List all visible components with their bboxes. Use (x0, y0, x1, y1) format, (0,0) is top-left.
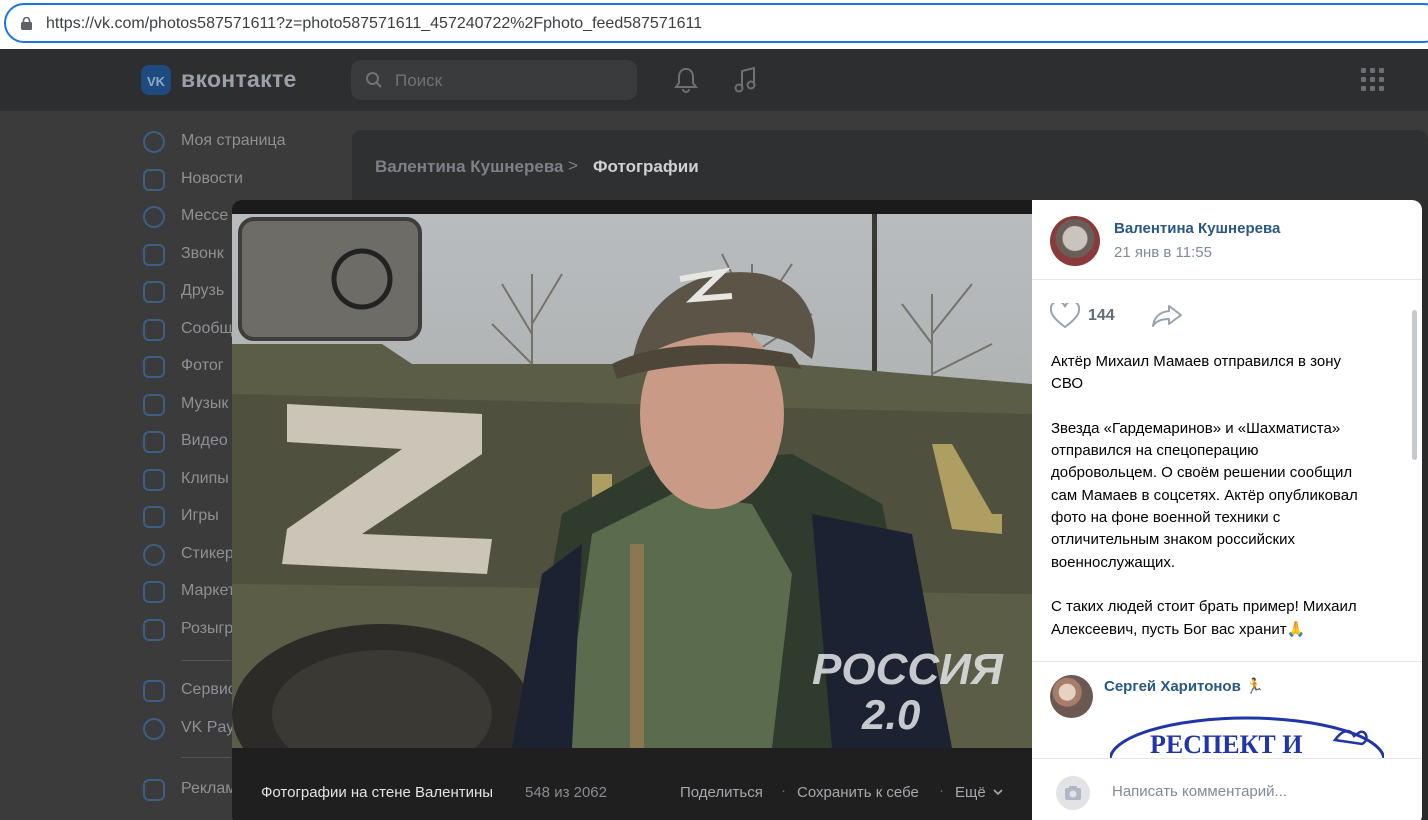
camera-icon[interactable] (1056, 776, 1090, 810)
vkpay-icon (143, 718, 165, 740)
svg-text:VK: VK (147, 74, 166, 89)
comment-input[interactable]: Написать комментарий... (1112, 783, 1287, 800)
apps-grid-icon[interactable] (1361, 68, 1385, 92)
more-link[interactable]: Ещё (955, 784, 986, 801)
commenter-avatar[interactable] (1050, 675, 1093, 718)
photo-viewer: РОССИЯ 2.0 Фотографии на стене Валентины… (232, 200, 1422, 820)
sidebar-item-news[interactable]: Новости (143, 166, 293, 196)
comment-image[interactable]: РЕСПЕКТ И (1110, 710, 1384, 760)
address-bar[interactable]: https://vk.com/photos587571611?z=photo58… (4, 3, 1428, 43)
services-icon (143, 680, 165, 702)
games-icon (143, 506, 165, 528)
bell-icon[interactable] (673, 66, 699, 94)
gift-icon (143, 619, 165, 641)
author-name[interactable]: Валентина Кушнерева (1114, 220, 1280, 237)
vk-logo-icon[interactable]: VK (141, 65, 171, 95)
photo-panel: РОССИЯ 2.0 Фотографии на стене Валентины… (232, 200, 1032, 820)
photo-image[interactable]: РОССИЯ 2.0 (232, 214, 1032, 748)
clips-icon (143, 469, 165, 491)
page-edge (1422, 200, 1428, 820)
watermark-line1: РОССИЯ (812, 645, 1004, 694)
like-count: 144 (1088, 307, 1115, 324)
post-date[interactable]: 21 янв в 11:55 (1114, 244, 1212, 261)
browser-toolbar: https://vk.com/photos587571611?z=photo58… (0, 0, 1428, 49)
photo-footer: Фотографии на стене Валентины 548 из 206… (232, 748, 1032, 820)
music-note-icon[interactable] (732, 66, 758, 94)
search-icon (366, 72, 382, 88)
ads-icon (143, 779, 165, 801)
action-separator: · (781, 782, 786, 799)
author-avatar[interactable] (1050, 216, 1100, 266)
video-icon (143, 431, 165, 453)
breadcrumb-separator: > (568, 156, 578, 175)
user-circle-icon (143, 131, 165, 153)
heart-icon[interactable] (1050, 303, 1080, 329)
news-icon (143, 169, 165, 191)
comment-input-bar: Написать комментарий... (1032, 758, 1422, 820)
divider (1032, 661, 1422, 662)
search-placeholder: Поиск (395, 71, 443, 90)
divider (1032, 279, 1422, 280)
friends-icon (143, 281, 165, 303)
action-separator: · (939, 782, 944, 799)
search-input[interactable]: Поиск (351, 60, 637, 100)
photo-counter: 548 из 2062 (525, 784, 607, 801)
chevron-down-icon (993, 789, 1003, 796)
music-icon (143, 394, 165, 416)
scrollbar[interactable] (1412, 310, 1417, 460)
photo-album-link[interactable]: Фотографии на стене Валентины (261, 784, 493, 801)
save-link[interactable]: Сохранить к себе (797, 784, 919, 801)
commenter-name[interactable]: Сергей Харитонов 🏃 (1104, 677, 1264, 695)
sticker-icon (143, 544, 165, 566)
share-link[interactable]: Поделиться (680, 784, 763, 801)
comment-image-text: РЕСПЕКТ И (1150, 730, 1302, 759)
market-icon (143, 581, 165, 603)
photo-icon (143, 356, 165, 378)
sidebar-item-my-page[interactable]: Моя страница (143, 128, 293, 158)
lock-icon (21, 17, 32, 30)
communities-icon (143, 319, 165, 341)
phone-icon (143, 244, 165, 266)
watermark-line2: 2.0 (861, 691, 920, 738)
sidebar-divider (181, 660, 231, 661)
message-icon (143, 206, 165, 228)
breadcrumb-parent[interactable]: Валентина Кушнерева (375, 157, 564, 177)
post-sidebar: Валентина Кушнерева 21 янв в 11:55 144 А… (1032, 200, 1422, 820)
breadcrumb-current: Фотографии (593, 157, 699, 176)
url-text[interactable]: https://vk.com/photos587571611?z=photo58… (46, 15, 702, 33)
share-arrow-icon[interactable] (1151, 304, 1183, 328)
post-text: Актёр Михаил Мамаев отправился в зону СВ… (1051, 353, 1358, 638)
vk-logo-text[interactable]: вконтакте (181, 66, 297, 93)
sidebar-divider (181, 757, 231, 758)
